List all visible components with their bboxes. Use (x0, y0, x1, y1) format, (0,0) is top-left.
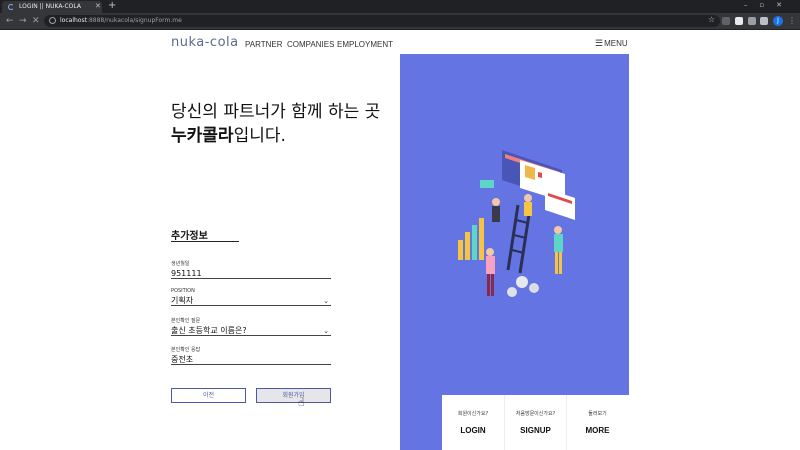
site-logo[interactable]: nuka-cola (171, 35, 239, 50)
hero-suffix: 입니다. (233, 126, 286, 146)
security-answer-field: 본인확인 응답 중전초 (171, 346, 331, 365)
more-subtitle: 둘러보기 (588, 411, 607, 417)
bookmark-star-icon[interactable]: ☆ (708, 15, 715, 24)
more-options-icon[interactable]: ⋮ (788, 15, 796, 27)
signup-link[interactable]: 처음방문이신가요? SIGNUP (504, 395, 566, 450)
security-answer-label: 본인확인 응답 (171, 347, 201, 353)
nav-companies[interactable]: COMPANIES (287, 40, 334, 49)
back-icon[interactable]: ← (6, 15, 14, 27)
birthdate-label: 생년월일 (171, 261, 190, 267)
new-tab-icon[interactable]: + (108, 0, 116, 12)
close-tab-icon[interactable]: ✕ (95, 2, 101, 10)
extension-icon[interactable] (735, 17, 743, 25)
hero-brand: 누카콜라 (171, 126, 234, 146)
chevron-down-icon: ⌄ (323, 297, 329, 305)
url-text: localhost:8888/nukacola/signupForm.me (60, 17, 182, 24)
section-title: 추가정보 (171, 231, 208, 242)
team-illustration (458, 150, 575, 297)
position-label: POSITION (171, 288, 195, 294)
browser-toolbar: ← → ✕ localhost:8888/nukacola/signupForm… (0, 13, 800, 30)
position-field: POSITION 기획자 ⌄ (171, 288, 331, 306)
nav-employment[interactable]: EMPLOYMENT (337, 40, 393, 49)
signup-button[interactable]: 회원가입 (256, 388, 331, 403)
profile-avatar[interactable]: J (773, 16, 783, 26)
nav-partner[interactable]: PARTNER (245, 40, 283, 49)
forward-icon[interactable]: → (19, 15, 27, 27)
hero-line-1: 당신의 파트너가 함께 하는 곳 (171, 102, 381, 122)
security-question-value: 출신 초등학교 이름은? (171, 326, 247, 335)
position-select[interactable]: 기획자 ⌄ (171, 295, 331, 306)
position-value: 기획자 (171, 296, 194, 305)
birthdate-field: 생년월일 951111 (171, 260, 331, 279)
security-question-label: 본인확인 질문 (171, 318, 201, 324)
login-link[interactable]: 회원이신가요? LOGIN (442, 395, 504, 450)
security-answer-input[interactable]: 중전초 (171, 354, 331, 365)
more-link[interactable]: 둘러보기 MORE (566, 395, 628, 450)
loading-spinner-icon (8, 4, 14, 10)
extension-icon[interactable] (722, 17, 730, 25)
prev-button[interactable]: 이전 (171, 388, 246, 403)
security-question-select[interactable]: 출신 초등학교 이름은? ⌄ (171, 325, 331, 336)
address-bar[interactable]: localhost:8888/nukacola/signupForm.me ☆ (44, 15, 720, 27)
reading-list-icon[interactable] (760, 17, 768, 25)
security-question-field: 본인확인 질문 출신 초등학교 이름은? ⌄ (171, 317, 331, 336)
chevron-down-icon: ⌄ (323, 327, 329, 335)
site-info-icon[interactable] (49, 17, 56, 24)
menu-button[interactable]: ☰MENU (595, 38, 628, 49)
tab-title: LOGIN || NUKA-COLA (19, 3, 81, 10)
signup-subtitle: 처음방문이신가요? (515, 411, 556, 417)
stop-icon[interactable]: ✕ (32, 15, 40, 27)
bottom-link-bar: 회원이신가요? LOGIN 처음방문이신가요? SIGNUP 둘러보기 MORE (442, 395, 629, 450)
hero-line-2: 누카콜라입니다. (171, 121, 286, 146)
signup-label: SIGNUP (520, 426, 551, 435)
menu-label: MENU (604, 39, 628, 48)
browser-tab[interactable]: LOGIN || NUKA-COLA ✕ (2, 1, 102, 13)
more-label: MORE (585, 426, 610, 435)
extensions-puzzle-icon[interactable] (748, 17, 756, 25)
hamburger-icon: ☰ (595, 38, 604, 48)
section-underline (171, 241, 239, 242)
login-subtitle: 회원이신가요? (457, 411, 489, 417)
hand-cursor-icon: ☝ (298, 396, 305, 409)
login-label: LOGIN (460, 426, 486, 435)
birthdate-input[interactable]: 951111 (171, 268, 331, 279)
browser-tab-bar: LOGIN || NUKA-COLA ✕ + –▫✕ (0, 0, 800, 13)
window-controls[interactable]: –▫✕ (744, 1, 794, 9)
